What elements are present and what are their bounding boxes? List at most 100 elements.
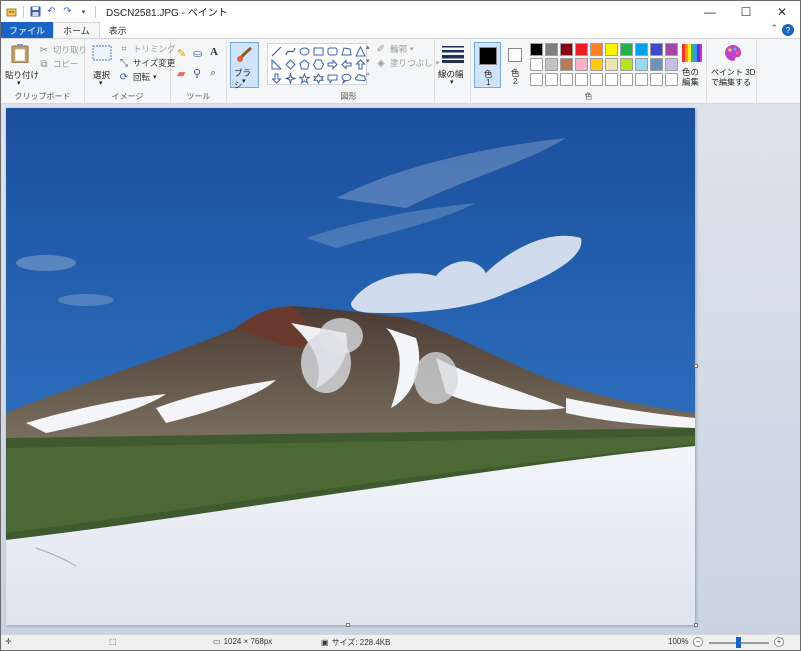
down-arrow-shape-icon[interactable]	[270, 72, 282, 84]
pencil-icon[interactable]: ✎	[177, 47, 186, 60]
palette-swatch[interactable]	[560, 73, 573, 86]
triangle-shape-icon[interactable]	[354, 45, 366, 57]
palette-swatch[interactable]	[605, 73, 618, 86]
palette-swatch[interactable]	[650, 73, 663, 86]
four-point-star-shape-icon[interactable]	[284, 72, 296, 84]
rectangle-shape-icon[interactable]	[312, 45, 324, 57]
chevron-up-icon[interactable]: ⌃	[770, 23, 778, 34]
select-button[interactable]: 選択 ▾	[89, 43, 115, 87]
palette-swatch[interactable]	[620, 58, 633, 71]
palette-swatch[interactable]	[650, 58, 663, 71]
color-picker-icon[interactable]: ⚲	[193, 67, 201, 80]
chevron-down-icon: ▾	[410, 46, 414, 53]
palette-swatch[interactable]	[590, 43, 603, 56]
minimize-button[interactable]: —	[692, 1, 728, 22]
close-button[interactable]: ✕	[764, 1, 800, 22]
expand-gallery-icon[interactable]: ⩡	[366, 71, 370, 79]
resize-handle-corner[interactable]	[694, 623, 698, 627]
palette-swatch[interactable]	[635, 58, 648, 71]
palette-swatch[interactable]	[575, 58, 588, 71]
edit-colors-button[interactable]: 色の 編集	[679, 43, 705, 89]
cut-button[interactable]: ✂ 切り取り	[38, 44, 87, 56]
oval-callout-shape-icon[interactable]	[340, 72, 352, 84]
palette-swatch[interactable]	[545, 58, 558, 71]
palette-swatch[interactable]	[635, 73, 648, 86]
brush-button[interactable]: ブラシ ▾	[230, 42, 259, 90]
outline-button[interactable]: ✐ 輪郭 ▾	[375, 43, 414, 55]
five-point-star-shape-icon[interactable]	[298, 72, 310, 84]
right-triangle-shape-icon[interactable]	[270, 59, 282, 71]
chevron-down-icon: ▾	[153, 74, 157, 81]
palette-swatch[interactable]	[560, 58, 573, 71]
copy-button[interactable]: ⧉ コピー	[38, 58, 78, 70]
customize-quick-access-icon[interactable]: ▾	[77, 5, 90, 18]
crop-button[interactable]: ⌗ トリミング	[118, 43, 175, 55]
right-arrow-shape-icon[interactable]	[326, 59, 338, 71]
maximize-button[interactable]: ☐	[728, 1, 764, 22]
pentagon-shape-icon[interactable]	[298, 59, 310, 71]
palette-swatch[interactable]	[665, 73, 678, 86]
polygon-shape-icon[interactable]	[340, 45, 352, 57]
palette-swatch[interactable]	[530, 43, 543, 56]
palette-swatch[interactable]	[590, 58, 603, 71]
save-icon[interactable]	[29, 5, 42, 18]
up-arrow-shape-icon[interactable]	[354, 59, 366, 71]
palette-swatch[interactable]	[605, 43, 618, 56]
palette-swatch[interactable]	[635, 43, 648, 56]
line-size-button[interactable]: 線の幅 ▾	[437, 43, 469, 91]
rotate-button[interactable]: ⟳ 回転 ▾	[118, 71, 157, 83]
fill-button[interactable]: ◈ 塗りつぶし ▾	[375, 57, 439, 69]
palette-swatch[interactable]	[590, 73, 603, 86]
hexagon-shape-icon[interactable]	[312, 59, 324, 71]
tab-home[interactable]: ホーム	[53, 22, 100, 38]
cloud-callout-shape-icon[interactable]	[354, 72, 366, 84]
rounded-rectangle-shape-icon[interactable]	[326, 45, 338, 57]
text-tool-icon[interactable]: A	[210, 46, 218, 58]
six-point-star-shape-icon[interactable]	[312, 72, 324, 84]
curve-shape-icon[interactable]	[284, 45, 296, 57]
color2-button[interactable]: 色 2	[503, 42, 527, 88]
resize-handle-bottom[interactable]	[346, 623, 350, 627]
rounded-callout-shape-icon[interactable]	[326, 72, 338, 84]
help-icon[interactable]: ?	[782, 24, 794, 36]
palette-swatch[interactable]	[605, 58, 618, 71]
zoom-out-button[interactable]: −	[693, 637, 703, 647]
palette-swatch[interactable]	[575, 73, 588, 86]
zoom-slider-thumb[interactable]	[736, 637, 741, 648]
paint-app-icon[interactable]	[5, 5, 18, 18]
oval-shape-icon[interactable]	[298, 45, 310, 57]
magnifier-icon[interactable]: ⌕	[210, 67, 216, 80]
canvas-workspace[interactable]	[1, 104, 800, 634]
line-shape-icon[interactable]	[270, 45, 282, 57]
fill-label: 塗りつぶし	[390, 58, 433, 68]
diamond-shape-icon[interactable]	[284, 59, 296, 71]
edit-with-paint3d-button[interactable]: ペイント 3D で編集する	[709, 43, 755, 91]
paste-button[interactable]: 貼り付け ▾	[5, 43, 39, 87]
left-arrow-shape-icon[interactable]	[340, 59, 352, 71]
palette-swatch[interactable]	[650, 43, 663, 56]
palette-swatch[interactable]	[665, 58, 678, 71]
fill-bucket-icon[interactable]: ⛀	[193, 47, 202, 60]
palette-swatch[interactable]	[620, 43, 633, 56]
image-canvas[interactable]	[6, 108, 695, 625]
scroll-down-icon[interactable]: ▾	[366, 57, 370, 65]
tab-view[interactable]: 表示	[100, 22, 136, 38]
resize-button[interactable]: ⤡ サイズ変更	[118, 57, 175, 69]
zoom-in-button[interactable]: +	[774, 637, 784, 647]
scroll-up-icon[interactable]: ▴	[366, 43, 370, 51]
color1-swatch	[479, 47, 497, 65]
palette-swatch[interactable]	[530, 58, 543, 71]
eraser-icon[interactable]: ▰	[177, 67, 185, 80]
tab-file[interactable]: ファイル	[1, 22, 54, 38]
palette-swatch[interactable]	[530, 73, 543, 86]
palette-swatch[interactable]	[545, 43, 558, 56]
resize-handle-right[interactable]	[694, 364, 698, 368]
redo-icon[interactable]: ↷	[61, 5, 74, 18]
palette-swatch[interactable]	[560, 43, 573, 56]
color1-button[interactable]: 色 1	[474, 42, 501, 88]
undo-icon[interactable]: ↶	[45, 5, 58, 18]
palette-swatch[interactable]	[620, 73, 633, 86]
palette-swatch[interactable]	[545, 73, 558, 86]
palette-swatch[interactable]	[575, 43, 588, 56]
palette-swatch[interactable]	[665, 43, 678, 56]
